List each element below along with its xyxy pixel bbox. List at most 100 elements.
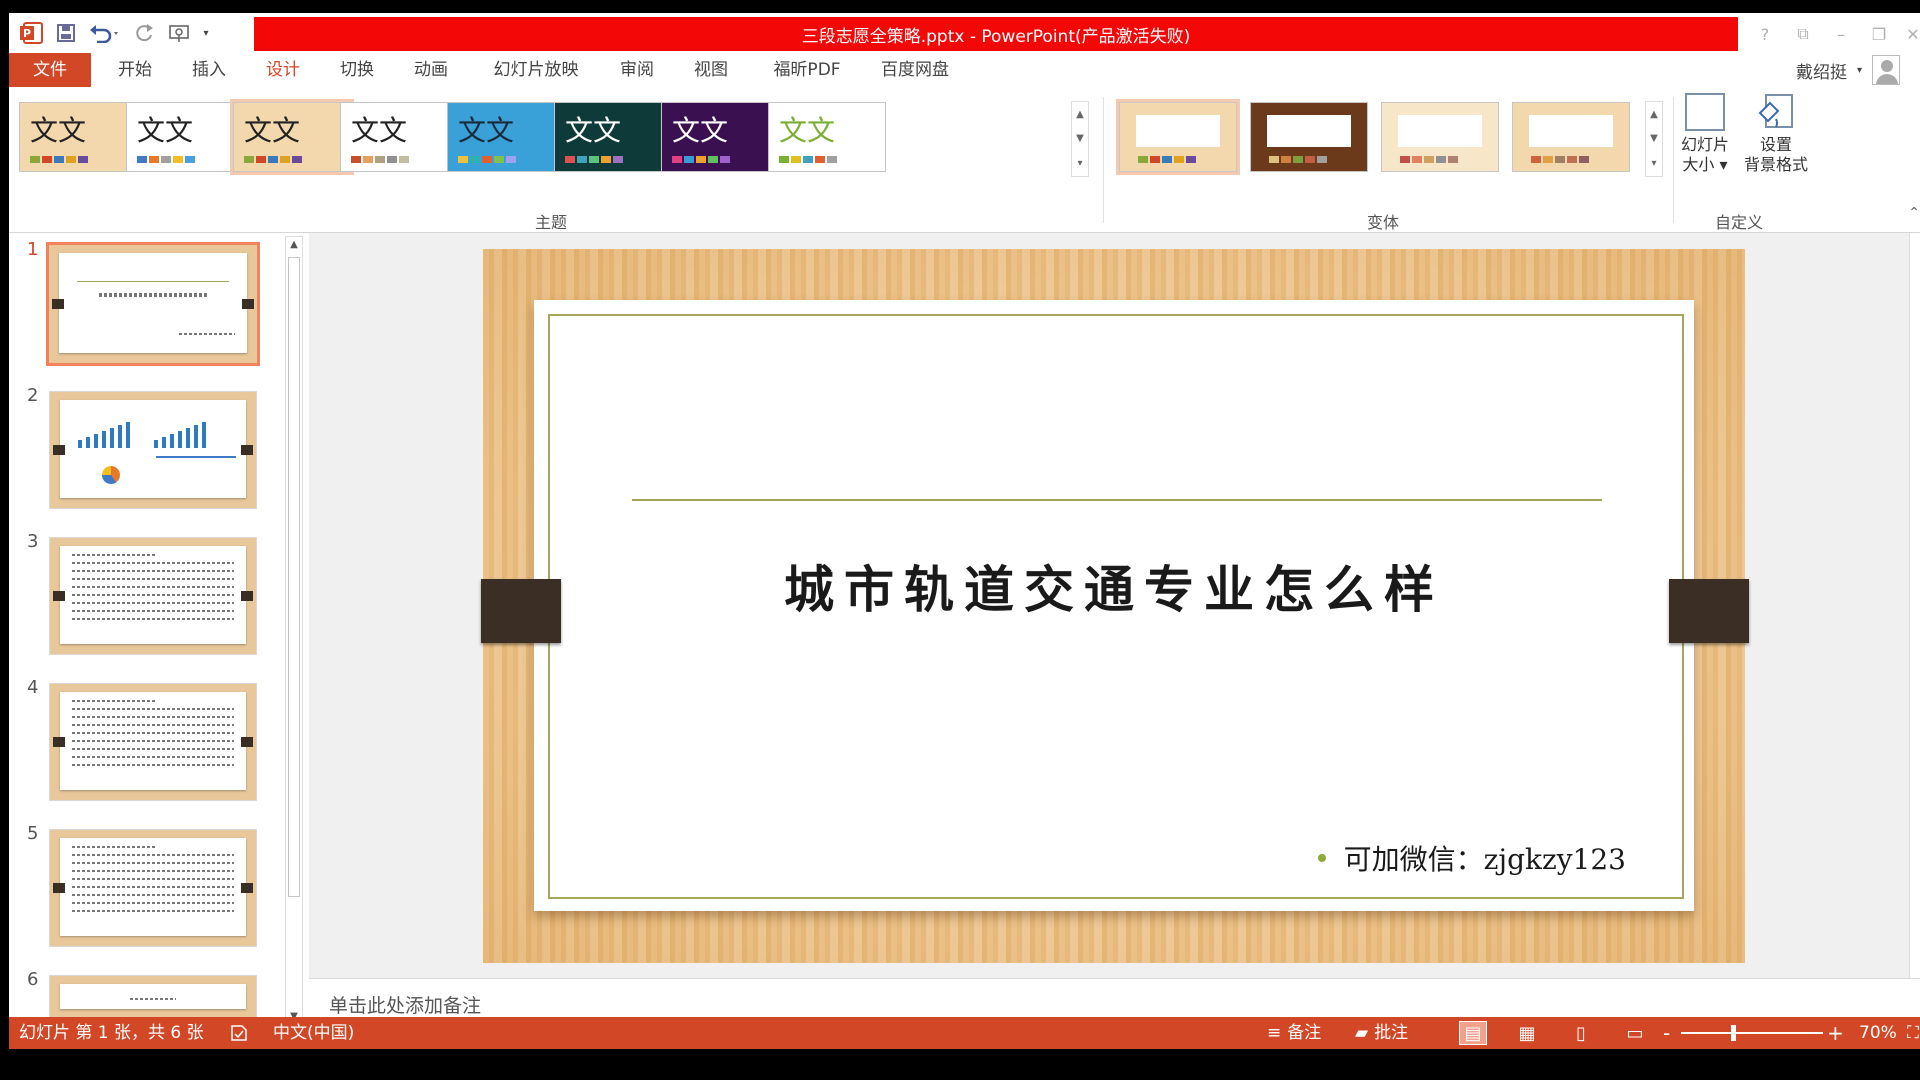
variant-thumbnail[interactable] (1512, 102, 1630, 172)
color-swatch (684, 156, 694, 163)
thumbnail-clip (241, 591, 253, 601)
thumbnail-text-line (72, 594, 234, 596)
tab-review[interactable]: 审阅 (609, 53, 665, 87)
theme-thumbnail[interactable]: 文文 (19, 102, 137, 172)
theme-thumbnail[interactable]: 文文 (340, 102, 458, 172)
powerpoint-icon[interactable]: P (17, 19, 47, 47)
scroll-down-icon[interactable]: ▼ (1076, 133, 1084, 144)
theme-thumbnail[interactable]: 文文 (126, 102, 244, 172)
variant-thumbnail[interactable] (1250, 102, 1368, 172)
slideshow-icon[interactable]: ▭ (1621, 1021, 1649, 1045)
scroll-up-icon[interactable]: ▲ (1076, 109, 1084, 120)
chevron-down-icon: ▾ (1856, 64, 1862, 76)
scroll-up-icon[interactable]: ▲ (286, 237, 302, 253)
reading-view-icon[interactable]: ▯ (1567, 1021, 1595, 1045)
theme-thumbnail[interactable]: 文文 (661, 102, 779, 172)
variant-gallery-scroll[interactable]: ▲ ▼ ▾ (1645, 101, 1663, 177)
theme-color-bar (779, 156, 837, 163)
tab-slideshow[interactable]: 幻灯片放映 (481, 53, 591, 87)
zoom-level[interactable]: 70% (1859, 1017, 1897, 1049)
user-name: 戴绍挺 (1795, 62, 1847, 83)
slide-thumbnail[interactable] (49, 683, 257, 801)
variant-thumbnail[interactable] (1381, 102, 1499, 172)
scroll-down-icon[interactable]: ▼ (1650, 133, 1658, 144)
user-account[interactable]: 戴绍挺 ▾ (1796, 53, 1900, 87)
slide-thumbnail[interactable] (49, 829, 257, 947)
thumbnail-clip (241, 883, 253, 893)
tab-view[interactable]: 视图 (683, 53, 739, 87)
language-indicator[interactable]: 中文(中国) (273, 1017, 354, 1049)
current-slide[interactable]: 城市轨道交通专业怎么样 可加微信：zjgkzy123 (481, 249, 1749, 963)
thumbnail-bar (94, 434, 98, 448)
thumbnail-scrollbar[interactable]: ▲ ▼ (285, 236, 303, 1026)
theme-color-bar (672, 156, 730, 163)
slide-thumbnail[interactable] (49, 537, 257, 655)
color-swatch (470, 156, 480, 163)
variant-paper (1529, 115, 1613, 147)
scroll-up-icon[interactable]: ▲ (1650, 109, 1658, 120)
notes-toggle-button[interactable]: ≡ 备注 (1267, 1017, 1321, 1049)
color-swatch (589, 156, 599, 163)
theme-thumbnail[interactable]: 文文 (554, 102, 672, 172)
gallery-more-icon[interactable]: ▾ (1651, 158, 1656, 169)
customize-icon[interactable]: ▾ (197, 19, 215, 47)
minimize-icon[interactable]: – (1825, 21, 1857, 47)
variant-color-bar (1138, 156, 1196, 163)
tab-file[interactable]: 文件 (9, 53, 91, 87)
theme-sample-text: 文文 (672, 114, 729, 147)
thumbnail-bar (202, 422, 206, 448)
slide-number: 5 (27, 823, 39, 844)
slide-thumbnail[interactable] (49, 975, 257, 1020)
tab-home[interactable]: 开始 (107, 53, 163, 87)
color-swatch (613, 156, 623, 163)
ribbon-display-icon[interactable]: ⧉ (1787, 21, 1819, 47)
color-swatch (827, 156, 837, 163)
slide-thumbnail[interactable] (46, 242, 260, 366)
theme-thumbnail[interactable]: 文文 (447, 102, 565, 172)
thumbnail-bar (178, 431, 182, 448)
slide-size-icon (1685, 93, 1725, 131)
zoom-out-button[interactable]: - (1663, 1017, 1670, 1049)
close-icon[interactable]: ✕ (1897, 21, 1920, 47)
slide-thumbnail[interactable] (49, 391, 257, 509)
undo-icon[interactable] (85, 19, 125, 47)
tab-baidu-netdisk[interactable]: 百度网盘 (869, 53, 961, 87)
editor-scrollbar[interactable] (1909, 233, 1920, 978)
color-swatch (1293, 156, 1303, 163)
zoom-slider-thumb[interactable] (1731, 1025, 1736, 1041)
touch-mode-icon[interactable] (165, 19, 195, 47)
tab-design[interactable]: 设计 (255, 53, 311, 87)
save-icon[interactable] (51, 19, 81, 47)
theme-gallery-scroll[interactable]: ▲ ▼ ▾ (1071, 101, 1089, 177)
gallery-more-icon[interactable]: ▾ (1077, 158, 1082, 169)
slide-size-button[interactable]: 幻灯片 大小 ▾ (1675, 93, 1735, 175)
scrollbar-thumb[interactable] (288, 257, 300, 897)
format-background-button[interactable]: 设置 背景格式 (1741, 93, 1811, 175)
collapse-ribbon-icon[interactable]: ⌃ (1908, 205, 1920, 221)
theme-sample-text: 文文 (30, 114, 87, 147)
tab-transitions[interactable]: 切换 (329, 53, 385, 87)
tab-animations[interactable]: 动画 (403, 53, 459, 87)
comments-toggle-button[interactable]: ▰ 批注 (1355, 1017, 1408, 1049)
fit-to-window-icon[interactable]: ⛶ (1907, 1017, 1919, 1049)
spell-check-icon[interactable] (229, 1017, 249, 1049)
theme-sample-text: 文文 (458, 114, 515, 147)
slide-bullet[interactable]: 可加微信：zjgkzy123 (1317, 838, 1626, 878)
tab-insert[interactable]: 插入 (181, 53, 237, 87)
normal-view-icon[interactable]: ▤ (1459, 1021, 1487, 1045)
theme-thumbnail[interactable]: 文文 (768, 102, 886, 172)
slide-sorter-icon[interactable]: ▦ (1513, 1021, 1541, 1045)
color-swatch (1448, 156, 1458, 163)
zoom-slider[interactable] (1681, 1032, 1823, 1034)
restore-icon[interactable]: ❐ (1863, 21, 1895, 47)
redo-icon[interactable] (131, 19, 159, 47)
theme-thumbnail[interactable]: 文文 (230, 99, 354, 175)
thumbnail-paper (59, 253, 247, 353)
tab-foxit-pdf[interactable]: 福昕PDF (757, 53, 857, 87)
variant-thumbnail[interactable] (1116, 99, 1240, 175)
help-icon[interactable]: ? (1749, 21, 1781, 47)
thumbnail-paper (60, 546, 246, 644)
zoom-in-button[interactable]: + (1827, 1017, 1844, 1049)
color-swatch (1269, 156, 1279, 163)
slide-title[interactable]: 城市轨道交通专业怎么样 (534, 550, 1694, 622)
